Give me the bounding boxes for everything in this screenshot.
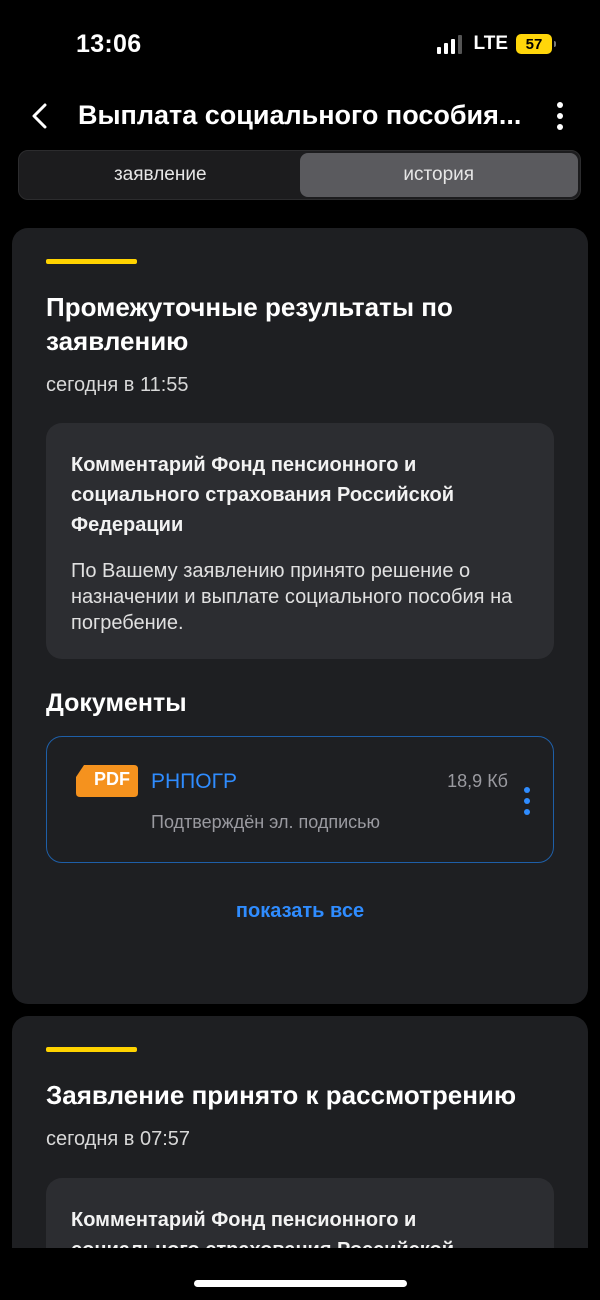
signal-icon bbox=[436, 34, 462, 54]
battery-icon: 57 bbox=[516, 34, 556, 54]
card-time: сегодня в 07:57 bbox=[46, 1128, 190, 1150]
document-more-icon[interactable] bbox=[521, 787, 533, 815]
accent-bar bbox=[46, 259, 137, 264]
segmented-tabs: заявление история bbox=[18, 150, 581, 200]
comment-text: По Вашему заявлению принято решение о на… bbox=[71, 560, 513, 634]
status-time: 13:06 bbox=[76, 30, 142, 58]
pdf-badge-label: PDF bbox=[94, 769, 130, 789]
network-type: LTE bbox=[473, 33, 508, 54]
document-size: 18,9 Кб bbox=[447, 771, 508, 791]
history-card: Промежуточные результаты по заявлению се… bbox=[12, 228, 588, 1004]
card-title: Промежуточные результаты по заявлению bbox=[46, 292, 453, 356]
nav-bar: Выплата социального пособия... bbox=[0, 90, 600, 142]
comment-box: Комментарий Фонд пенсионного и социально… bbox=[46, 423, 554, 659]
page-title: Выплата социального пособия... bbox=[78, 100, 522, 130]
bottom-safe-area bbox=[0, 1248, 600, 1300]
tab-application[interactable]: заявление bbox=[21, 153, 300, 197]
document-name[interactable]: РНПОГР bbox=[151, 770, 237, 794]
card-title: Заявление принято к рассмотрению bbox=[46, 1080, 517, 1110]
back-arrow-icon[interactable] bbox=[26, 100, 54, 132]
tab-history[interactable]: история bbox=[299, 153, 578, 197]
more-vertical-icon[interactable] bbox=[546, 100, 574, 132]
document-signature-status: Подтверждён эл. подписью bbox=[151, 812, 381, 832]
show-all-link[interactable]: показать все bbox=[12, 900, 588, 923]
documents-heading: Документы bbox=[46, 689, 187, 717]
status-indicators: LTE 57 bbox=[436, 33, 556, 55]
status-bar: 13:06 LTE 57 bbox=[0, 0, 600, 90]
accent-bar bbox=[46, 1047, 137, 1052]
card-time: сегодня в 11:55 bbox=[46, 374, 189, 396]
home-indicator bbox=[194, 1280, 407, 1287]
document-item[interactable]: PDF РНПОГР 18,9 Кб Подтверждён эл. подпи… bbox=[46, 736, 554, 863]
battery-level: 57 bbox=[525, 35, 543, 53]
comment-title: Комментарий Фонд пенсионного и социально… bbox=[71, 454, 455, 536]
